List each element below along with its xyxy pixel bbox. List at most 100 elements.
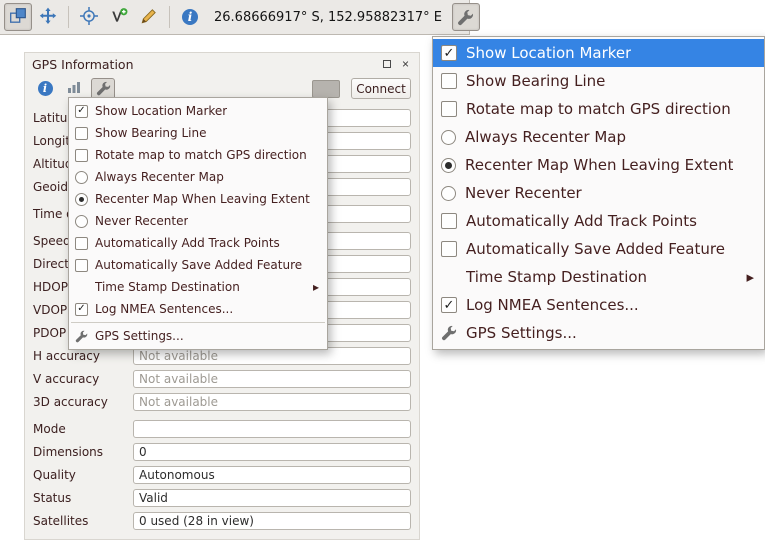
menu-item-automatically-save-added-feature[interactable]: Automatically Save Added Feature [433,235,764,263]
checkbox-icon: ✓ [441,297,457,313]
gps-toolbar: i 26.68666917° S, 152.95882317° E [0,0,470,35]
checkbox-icon [441,213,457,229]
signal-strength-icon [66,79,82,98]
add-vertex-icon [110,7,128,28]
field-label: 3D accuracy [33,395,133,409]
connect-button[interactable]: Connect [351,78,411,99]
menu-item-always-recenter-map[interactable]: Always Recenter Map [69,166,327,188]
menu-item-rotate-map-to-match-gps-direction[interactable]: Rotate map to match GPS direction [433,95,764,123]
wrench-icon [96,81,111,96]
menu-item-show-location-marker[interactable]: ✓Show Location Marker [69,100,327,122]
wrench-icon [457,9,474,26]
checkbox-icon [75,149,88,162]
menu-item-automatically-add-track-points[interactable]: Automatically Add Track Points [433,207,764,235]
checkbox-icon: ✓ [75,303,88,316]
connection-device-combo[interactable] [312,80,340,98]
menu-item-time-stamp-destination[interactable]: Time Stamp Destination▸ [433,263,764,291]
gps-settings-menu-small: ✓Show Location MarkerShow Bearing LineRo… [68,97,328,350]
menu-item-never-recenter[interactable]: Never Recenter [69,210,327,232]
field-label: Quality [33,468,133,482]
menu-item-show-location-marker[interactable]: ✓ Show Location Marker [433,39,764,67]
menu-item-always-recenter-map[interactable]: Always Recenter Map [433,123,764,151]
add-track-point-button[interactable] [135,3,163,31]
checkbox-icon [75,127,88,140]
move-map-button[interactable] [34,3,62,31]
radio-icon [75,171,88,184]
coordinate-info-button[interactable]: i [176,3,204,31]
toolbar-separator [68,6,69,28]
menu-item-gps-settings[interactable]: GPS Settings... [69,325,327,347]
menu-item-label: Time Stamp Destination [466,268,647,286]
menu-item-label: Automatically Save Added Feature [95,258,302,272]
menu-item-recenter-map-when-leaving-extent[interactable]: Recenter Map When Leaving Extent [69,188,327,210]
radio-icon [441,158,456,173]
menu-item-recenter-map-when-leaving-extent[interactable]: Recenter Map When Leaving Extent [433,151,764,179]
menu-item-label: Log NMEA Sentences... [95,302,233,316]
checkbox-icon [441,241,457,257]
menu-item-log-nmea-sentences[interactable]: ✓ Log NMEA Sentences... [69,298,327,320]
field-row-mode: Mode [33,420,411,438]
field-label: V accuracy [33,372,133,386]
field-value-mode[interactable] [133,420,411,438]
checkbox-icon: ✓ [441,45,457,61]
menu-item-automatically-save-added-feature[interactable]: Automatically Save Added Feature [69,254,327,276]
checkbox-icon: ✓ [75,105,88,118]
gps-settings-toolbar-button[interactable] [452,3,480,31]
menu-item-label: Automatically Save Added Feature [466,240,725,258]
field-value-satellites[interactable]: 0 used (28 in view) [133,512,411,530]
menu-item-label: Show Location Marker [466,44,631,62]
menu-item-never-recenter[interactable]: Never Recenter [433,179,764,207]
field-row-status: StatusValid [33,489,411,507]
radio-icon [75,215,88,228]
menu-item-show-bearing-line[interactable]: Show Bearing Line [433,67,764,95]
wrench-icon [441,325,457,341]
menu-item-label: Rotate map to match GPS direction [466,100,731,118]
info-icon: i [38,81,53,96]
menu-item-time-stamp-destination[interactable]: Time Stamp Destination▸ [69,276,327,298]
menu-item-show-bearing-line[interactable]: Show Bearing Line [69,122,327,144]
field-value-v-accuracy[interactable]: Not available [133,370,411,388]
field-value-quality[interactable]: Autonomous [133,466,411,484]
add-track-point-icon [140,7,158,28]
field-value-3d-accuracy[interactable]: Not available [133,393,411,411]
move-map-icon [39,7,57,28]
menu-item-label: Recenter Map When Leaving Extent [95,192,310,206]
checkbox-icon [441,101,457,117]
field-label: Dimensions [33,445,133,459]
gps-information-button[interactable] [4,3,32,31]
field-row-quality: QualityAutonomous [33,466,411,484]
panel-title: GPS Information [32,57,134,72]
menu-item-automatically-add-track-points[interactable]: Automatically Add Track Points [69,232,327,254]
wrench-icon [75,330,88,343]
gps-information-icon [9,7,27,28]
close-icon: × [402,57,409,71]
field-row-satellites: Satellites0 used (28 in view) [33,512,411,530]
menu-item-gps-settings[interactable]: GPS Settings... [433,319,764,347]
field-row-dimensions: Dimensions0 [33,443,411,461]
menu-item-rotate-map-to-match-gps-direction[interactable]: Rotate map to match GPS direction [69,144,327,166]
gps-coordinates-display: 26.68666917° S, 152.95882317° E [214,10,442,25]
field-row-3d-accuracy: 3D accuracyNot available [33,393,411,411]
radio-icon [441,130,456,145]
position-info-tab-button[interactable]: i [33,78,57,100]
menu-item-log-nmea-sentences[interactable]: ✓Log NMEA Sentences... [433,291,764,319]
float-panel-button[interactable] [380,58,393,71]
qgis-screen: i 26.68666917° S, 152.95882317° E GPS In… [0,0,765,540]
recenter-crosshair-icon [80,7,98,28]
menu-item-label: Show Bearing Line [466,72,605,90]
info-icon: i [182,9,198,25]
close-panel-button[interactable]: × [399,58,412,71]
menu-item-label: GPS Settings... [95,329,184,343]
field-value-status[interactable]: Valid [133,489,411,507]
submenu-arrow-icon: ▸ [313,280,319,294]
recenter-crosshair-button[interactable] [75,3,103,31]
menu-separator [71,322,325,323]
checkbox-icon [441,73,457,89]
menu-item-label: Automatically Add Track Points [466,212,697,230]
menu-item-label: Never Recenter [95,214,188,228]
menu-item-label: Never Recenter [465,184,582,202]
field-value-dimensions[interactable]: 0 [133,443,411,461]
field-row-v-accuracy: V accuracyNot available [33,370,411,388]
add-vertex-button[interactable] [105,3,133,31]
float-icon [383,60,391,68]
